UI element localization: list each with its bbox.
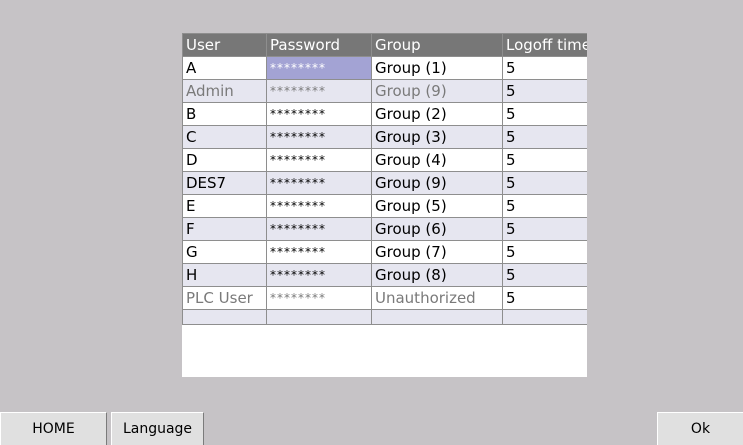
group-cell[interactable]: Group (9) (371, 171, 503, 195)
empty-cell[interactable] (182, 309, 267, 325)
empty-cell[interactable] (502, 309, 587, 325)
group-cell[interactable]: Group (1) (371, 56, 503, 80)
table-header-row: User Password Group Logoff time (182, 33, 587, 57)
table-row[interactable]: F ******** Group (6) 5 (182, 217, 587, 241)
password-cell[interactable]: ******** (266, 286, 372, 310)
group-cell[interactable]: Group (8) (371, 263, 503, 287)
password-cell[interactable]: ******** (266, 171, 372, 195)
table-row[interactable]: PLC User ******** Unauthorized 5 (182, 286, 587, 310)
user-table-view[interactable]: User Password Group Logoff time A ******… (182, 33, 587, 377)
table-row[interactable]: G ******** Group (7) 5 (182, 240, 587, 264)
new-entry-row[interactable] (182, 309, 587, 325)
logoff-time-cell[interactable]: 5 (502, 171, 587, 195)
user-table: User Password Group Logoff time A ******… (182, 33, 587, 325)
column-header-user[interactable]: User (182, 33, 267, 57)
password-cell[interactable]: ******** (266, 263, 372, 287)
logoff-time-cell[interactable]: 5 (502, 148, 587, 172)
user-cell[interactable]: B (182, 102, 267, 126)
password-cell[interactable]: ******** (266, 79, 372, 103)
password-cell[interactable]: ******** (266, 217, 372, 241)
user-cell[interactable]: H (182, 263, 267, 287)
user-cell[interactable]: C (182, 125, 267, 149)
user-cell[interactable]: D (182, 148, 267, 172)
group-cell[interactable]: Group (4) (371, 148, 503, 172)
logoff-time-cell[interactable]: 5 (502, 56, 587, 80)
column-header-password[interactable]: Password (266, 33, 372, 57)
table-row[interactable]: A ******** Group (1) 5 (182, 56, 587, 80)
logoff-time-cell[interactable]: 5 (502, 79, 587, 103)
user-cell[interactable]: A (182, 56, 267, 80)
group-cell[interactable]: Group (9) (371, 79, 503, 103)
user-cell[interactable]: PLC User (182, 286, 267, 310)
password-cell[interactable]: ******** (266, 194, 372, 218)
group-cell[interactable]: Group (5) (371, 194, 503, 218)
group-cell[interactable]: Group (3) (371, 125, 503, 149)
user-cell[interactable]: E (182, 194, 267, 218)
empty-cell[interactable] (371, 309, 503, 325)
table-row[interactable]: Admin ******** Group (9) 5 (182, 79, 587, 103)
column-header-group[interactable]: Group (371, 33, 503, 57)
logoff-time-cell[interactable]: 5 (502, 240, 587, 264)
user-cell[interactable]: Admin (182, 79, 267, 103)
logoff-time-cell[interactable]: 5 (502, 263, 587, 287)
ok-button[interactable]: Ok (657, 412, 743, 445)
table-row[interactable]: C ******** Group (3) 5 (182, 125, 587, 149)
table-row[interactable]: D ******** Group (4) 5 (182, 148, 587, 172)
user-cell[interactable]: G (182, 240, 267, 264)
language-button[interactable]: Language (111, 412, 204, 445)
logoff-time-cell[interactable]: 5 (502, 217, 587, 241)
password-cell[interactable]: ******** (266, 102, 372, 126)
home-button[interactable]: HOME (0, 412, 107, 445)
user-cell[interactable]: DES7 (182, 171, 267, 195)
table-row[interactable]: E ******** Group (5) 5 (182, 194, 587, 218)
logoff-time-cell[interactable]: 5 (502, 102, 587, 126)
column-header-logoff-time[interactable]: Logoff time (502, 33, 587, 57)
password-cell[interactable]: ******** (266, 240, 372, 264)
user-cell[interactable]: F (182, 217, 267, 241)
empty-cell[interactable] (266, 309, 372, 325)
table-row[interactable]: H ******** Group (8) 5 (182, 263, 587, 287)
password-cell[interactable]: ******** (266, 148, 372, 172)
group-cell[interactable]: Group (2) (371, 102, 503, 126)
group-cell[interactable]: Unauthorized (371, 286, 503, 310)
table-row[interactable]: DES7 ******** Group (9) 5 (182, 171, 587, 195)
logoff-time-cell[interactable]: 5 (502, 125, 587, 149)
group-cell[interactable]: Group (6) (371, 217, 503, 241)
logoff-time-cell[interactable]: 5 (502, 194, 587, 218)
table-row[interactable]: B ******** Group (2) 5 (182, 102, 587, 126)
password-cell[interactable]: ******** (266, 125, 372, 149)
group-cell[interactable]: Group (7) (371, 240, 503, 264)
password-cell[interactable]: ******** (266, 56, 372, 80)
logoff-time-cell[interactable]: 5 (502, 286, 587, 310)
